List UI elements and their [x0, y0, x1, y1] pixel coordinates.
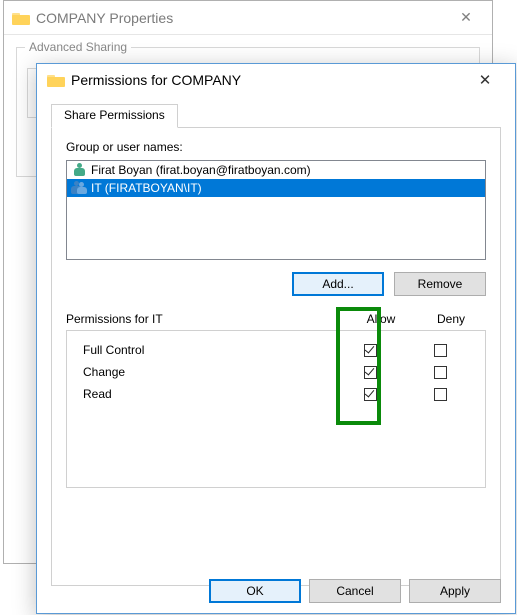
dialog-buttons: OK Cancel Apply: [37, 579, 515, 603]
permission-name: Read: [77, 387, 335, 401]
button-label: Add...: [322, 277, 353, 291]
permissions-header-row: Permissions for IT Allow Deny: [66, 312, 486, 326]
permissions-list: Full Control Change Read: [66, 330, 486, 488]
button-label: Remove: [418, 277, 463, 291]
tab-label: Share Permissions: [64, 108, 165, 122]
apply-button[interactable]: Apply: [409, 579, 501, 603]
group-icon: [71, 180, 87, 196]
cancel-button[interactable]: Cancel: [309, 579, 401, 603]
button-label: OK: [246, 584, 263, 598]
allow-checkbox-change[interactable]: [364, 366, 377, 379]
permissions-window: Permissions for COMPANY ✕ Share Permissi…: [36, 63, 516, 614]
permissions-for-label: Permissions for IT: [66, 312, 346, 326]
allow-checkbox-full-control[interactable]: [364, 344, 377, 357]
add-button[interactable]: Add...: [292, 272, 384, 296]
properties-titlebar[interactable]: COMPANY Properties ✕: [4, 1, 492, 35]
remove-button[interactable]: Remove: [394, 272, 486, 296]
list-item-label: Firat Boyan (firat.boyan@firatboyan.com): [91, 163, 311, 177]
tab-bar: Share Permissions: [51, 104, 501, 128]
permissions-title: Permissions for COMPANY: [65, 72, 465, 88]
close-icon[interactable]: ✕: [448, 9, 484, 26]
folder-icon: [12, 11, 30, 25]
properties-title: COMPANY Properties: [30, 10, 448, 26]
folder-icon: [47, 73, 65, 87]
deny-checkbox-full-control[interactable]: [434, 344, 447, 357]
permission-row: Full Control: [77, 339, 475, 361]
permission-row: Change: [77, 361, 475, 383]
permissions-body: Share Permissions Group or user names: F…: [37, 96, 515, 586]
tab-content: Group or user names: Firat Boyan (firat.…: [51, 128, 501, 586]
permission-name: Change: [77, 365, 335, 379]
list-item[interactable]: Firat Boyan (firat.boyan@firatboyan.com): [67, 161, 485, 179]
group-user-names-label: Group or user names:: [66, 140, 486, 154]
button-label: Apply: [440, 584, 470, 598]
permission-row: Read: [77, 383, 475, 405]
list-item-label: IT (FIRATBOYAN\IT): [91, 181, 202, 195]
tab-share-permissions[interactable]: Share Permissions: [51, 104, 178, 128]
deny-column-header: Deny: [416, 312, 486, 326]
deny-checkbox-change[interactable]: [434, 366, 447, 379]
ok-button[interactable]: OK: [209, 579, 301, 603]
allow-checkbox-read[interactable]: [364, 388, 377, 401]
advanced-sharing-label: Advanced Sharing: [25, 40, 131, 54]
user-list[interactable]: Firat Boyan (firat.boyan@firatboyan.com)…: [66, 160, 486, 260]
permission-name: Full Control: [77, 343, 335, 357]
deny-checkbox-read[interactable]: [434, 388, 447, 401]
button-label: Cancel: [336, 584, 373, 598]
user-buttons: Add... Remove: [66, 272, 486, 296]
user-icon: [71, 162, 87, 178]
close-icon[interactable]: ✕: [465, 64, 505, 96]
allow-column-header: Allow: [346, 312, 416, 326]
list-item[interactable]: IT (FIRATBOYAN\IT): [67, 179, 485, 197]
permissions-titlebar[interactable]: Permissions for COMPANY ✕: [37, 64, 515, 96]
